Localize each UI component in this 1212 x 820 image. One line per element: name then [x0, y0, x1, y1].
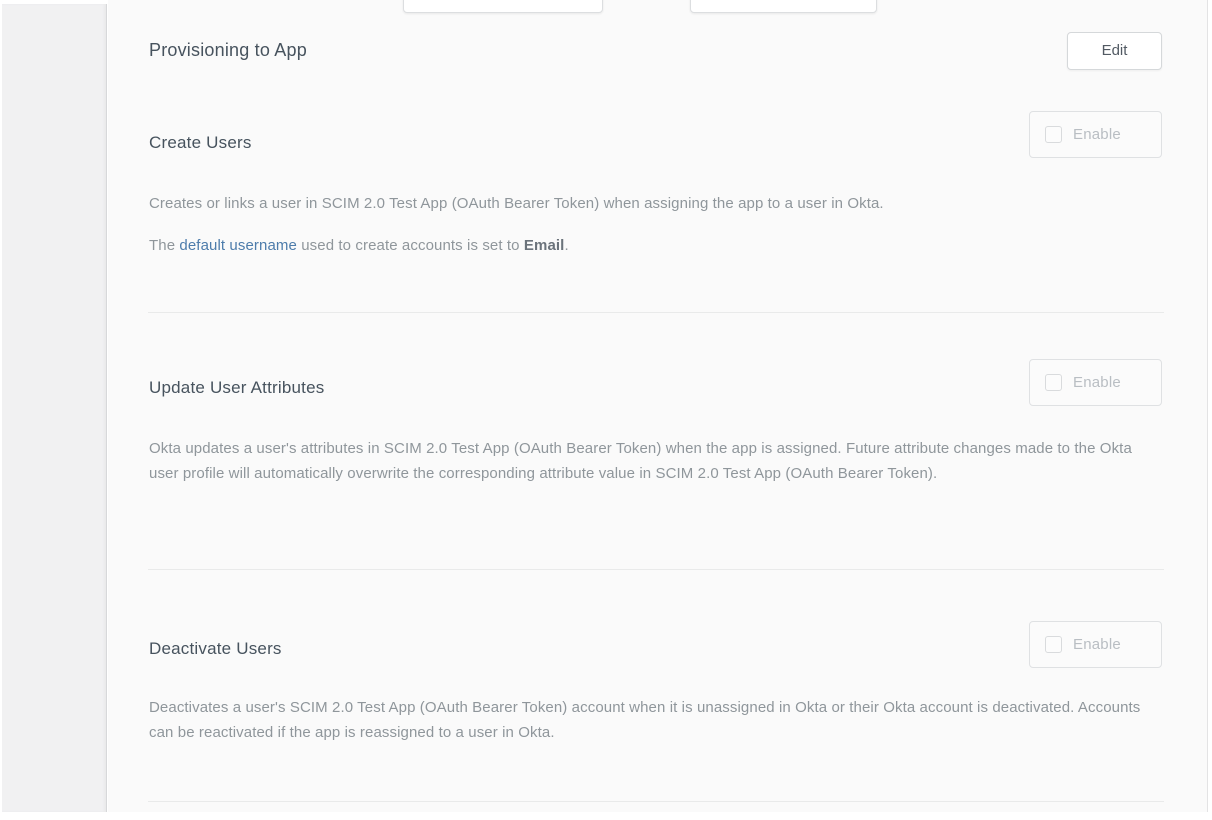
- top-cutoff-button-right[interactable]: [690, 0, 877, 13]
- enable-label: Enable: [1073, 636, 1121, 653]
- enable-checkbox[interactable]: [1045, 374, 1062, 391]
- provisioning-page: Provisioning to App Edit Enable Create U…: [0, 0, 1212, 820]
- section-divider: [148, 801, 1164, 802]
- create-users-username-note: The default username used to create acco…: [149, 233, 1165, 258]
- note-email-value: Email: [524, 237, 565, 254]
- update-attributes-description: Okta updates a user's attributes in SCIM…: [149, 436, 1165, 486]
- provisioning-panel: Provisioning to App Edit Enable Create U…: [108, 0, 1208, 812]
- section-title-deactivate-users: Deactivate Users: [149, 639, 282, 659]
- section-title-update-user-attributes: Update User Attributes: [149, 378, 324, 398]
- edit-button[interactable]: Edit: [1067, 32, 1162, 70]
- enable-label: Enable: [1073, 374, 1121, 391]
- default-username-link[interactable]: default username: [179, 237, 297, 254]
- note-text: used to create accounts is set to: [297, 237, 524, 254]
- note-text: .: [564, 237, 568, 254]
- enable-label: Enable: [1073, 126, 1121, 143]
- section-divider: [148, 312, 1164, 313]
- enable-checkbox[interactable]: [1045, 636, 1062, 653]
- update-attributes-enable-button[interactable]: Enable: [1029, 359, 1162, 406]
- create-users-description: Creates or links a user in SCIM 2.0 Test…: [149, 191, 1165, 216]
- section-title-create-users: Create Users: [149, 133, 252, 153]
- deactivate-users-enable-button[interactable]: Enable: [1029, 621, 1162, 668]
- note-text: The: [149, 237, 179, 254]
- section-divider: [148, 569, 1164, 570]
- left-sidebar: [2, 4, 107, 812]
- deactivate-users-description: Deactivates a user's SCIM 2.0 Test App (…: [149, 695, 1165, 745]
- top-cutoff-button-left[interactable]: [403, 0, 603, 13]
- create-users-enable-button[interactable]: Enable: [1029, 111, 1162, 158]
- enable-checkbox[interactable]: [1045, 126, 1062, 143]
- page-title: Provisioning to App: [149, 40, 307, 61]
